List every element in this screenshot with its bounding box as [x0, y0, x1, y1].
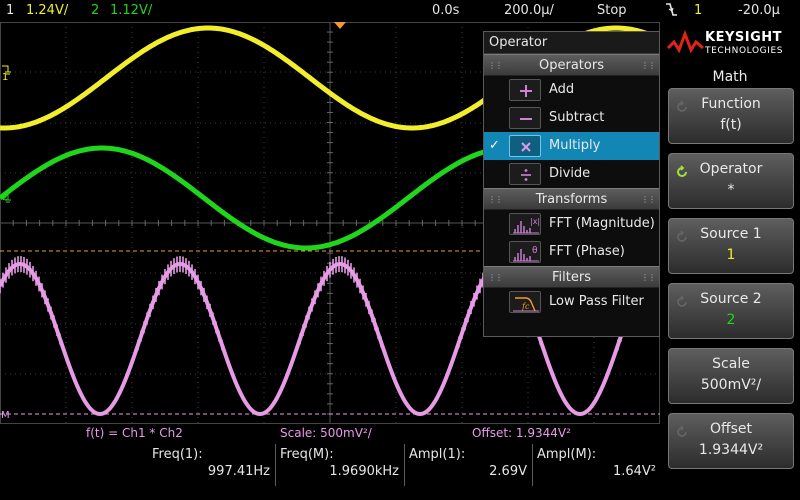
fft-magnitude-icon: |x|	[509, 213, 541, 235]
keysight-wave-icon	[666, 29, 704, 54]
section-operators: ⋮⋮ Operators ⋮⋮	[484, 54, 659, 76]
menu-item-divide[interactable]: Divide	[484, 160, 659, 188]
checkmark-icon: ✓	[489, 138, 500, 153]
svg-text:|x|: |x|	[530, 217, 540, 226]
multiply-icon	[509, 135, 541, 157]
ch2-scale[interactable]: 1.12V/	[110, 3, 152, 18]
svg-text:fc: fc	[521, 302, 530, 311]
falling-edge-icon	[664, 2, 678, 22]
run-state[interactable]: Stop	[597, 3, 627, 18]
measurement-freq-math[interactable]: Freq(M): 1.9690kHz	[276, 444, 403, 484]
svg-text:2: 2	[2, 192, 8, 203]
section-transforms: ⋮⋮ Transforms ⋮⋮	[484, 188, 659, 210]
section-filters: ⋮⋮ Filters ⋮⋮	[484, 266, 659, 288]
trigger-position-marker	[334, 22, 346, 29]
low-pass-filter-icon: fc	[509, 291, 541, 313]
divide-icon	[509, 163, 541, 185]
offset-softkey[interactable]: Offset 1.9344V²	[668, 413, 794, 469]
ch1-number[interactable]: 1	[6, 3, 14, 18]
brand-name: KEYSIGHT	[705, 30, 782, 45]
math-info-row: f(t) = Ch1 * Ch2 Scale: 500mV²/ Offset: …	[0, 424, 660, 444]
plus-icon	[509, 79, 541, 101]
math-scale-label: Scale: 500mV²/	[280, 426, 372, 440]
math-offset-label: Offset: 1.9344V²	[472, 426, 571, 440]
math-ground-marker[interactable]: M	[1, 410, 10, 421]
operator-menu: Operator ⋮⋮ Operators ⋮⋮ Add Subtract ✓ …	[483, 31, 660, 337]
source1-softkey[interactable]: Source 1 1	[668, 218, 794, 274]
status-bar: 1 1.24V/ 2 1.12V/ 0.0s 200.0µ/ Stop 1 -2…	[0, 0, 800, 22]
keysight-logo: KEYSIGHT TECHNOLOGIES	[660, 22, 800, 64]
menu-title: Math	[712, 69, 748, 85]
ch2-number[interactable]: 2	[91, 3, 99, 18]
function-softkey[interactable]: Function f(t)	[668, 88, 794, 144]
svg-text:θ: θ	[532, 246, 538, 256]
svg-text:M: M	[1, 410, 10, 421]
ch1-scale[interactable]: 1.24V/	[26, 3, 68, 18]
source2-softkey[interactable]: Source 2 2	[668, 283, 794, 339]
menu-item-fft-phase[interactable]: θ FFT (Phase)	[484, 238, 659, 266]
time-position[interactable]: 0.0s	[432, 3, 459, 18]
ch1-ground-marker[interactable]: 1	[2, 65, 11, 83]
operator-menu-title: Operator	[484, 32, 659, 54]
math-function-label: f(t) = Ch1 * Ch2	[86, 426, 183, 440]
measurement-ampl-math[interactable]: Ampl(M): 1.64V²	[533, 444, 660, 484]
minus-icon	[509, 107, 541, 129]
menu-item-subtract[interactable]: Subtract	[484, 104, 659, 132]
trigger-source[interactable]: 1	[694, 3, 702, 18]
measurement-freq-ch1[interactable]: Freq(1): 997.41Hz	[148, 444, 274, 484]
softkey-panel: KEYSIGHT TECHNOLOGIES Math Function f(t)…	[660, 22, 800, 500]
fft-phase-icon: θ	[509, 241, 541, 263]
trigger-level[interactable]: -20.0µ	[738, 3, 780, 18]
time-scale[interactable]: 200.0µ/	[504, 3, 554, 18]
menu-item-low-pass-filter[interactable]: fc Low Pass Filter	[484, 288, 659, 316]
menu-item-multiply[interactable]: ✓ Multiply	[484, 132, 659, 160]
measurement-bar: Freq(1): 997.41Hz Freq(M): 1.9690kHz Amp…	[0, 444, 660, 500]
brand-subtitle: TECHNOLOGIES	[705, 46, 784, 56]
menu-item-add[interactable]: Add	[484, 76, 659, 104]
operator-softkey[interactable]: Operator *	[668, 153, 794, 209]
menu-item-fft-magnitude[interactable]: |x| FFT (Magnitude)	[484, 210, 659, 238]
measurement-ampl-ch1[interactable]: Ampl(1): 2.69V	[405, 444, 531, 484]
scale-softkey[interactable]: Scale 500mV²/	[668, 348, 794, 404]
